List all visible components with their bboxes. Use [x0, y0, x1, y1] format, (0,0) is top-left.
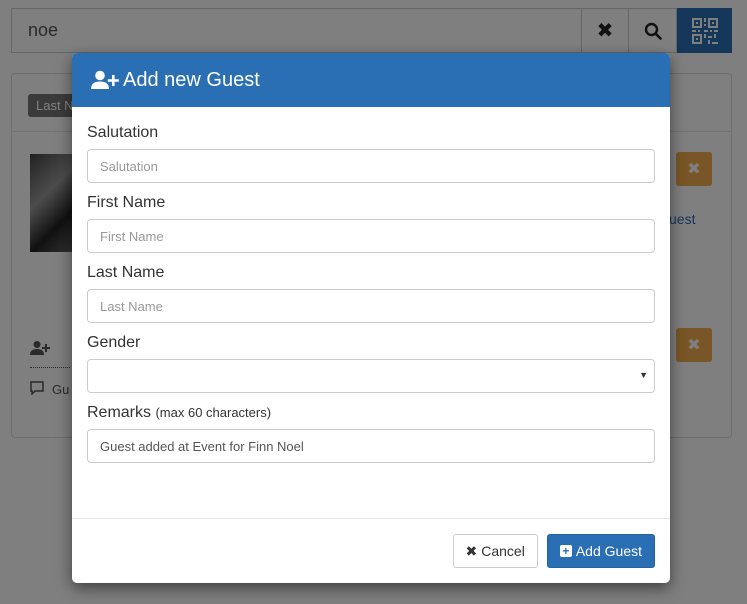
remarks-input[interactable]: [87, 429, 655, 463]
gender-label: Gender: [87, 334, 141, 351]
salutation-label: Salutation: [87, 124, 159, 141]
modal-footer: ✖ Cancel + Add Guest: [72, 518, 670, 583]
add-guest-modal: Add new Guest Salutation First Name Last…: [72, 53, 670, 583]
salutation-group: Salutation: [87, 124, 655, 183]
plus-square-icon: +: [559, 545, 572, 557]
caret-down-icon: ▼: [639, 370, 648, 380]
last-name-group: Last Name: [87, 264, 655, 323]
remarks-label-text: Remarks: [87, 404, 152, 421]
first-name-input[interactable]: [87, 219, 655, 253]
last-name-label: Last Name: [87, 264, 165, 281]
gender-select[interactable]: ▼: [87, 359, 655, 393]
remarks-label: Remarks (max 60 characters): [87, 404, 655, 422]
last-name-input[interactable]: [87, 289, 655, 323]
remarks-hint: (max 60 characters): [155, 405, 272, 420]
close-icon: ✖: [465, 542, 478, 559]
add-guest-button-label: Add Guest: [575, 543, 642, 559]
modal-body: Salutation First Name Last Name Gender ▼…: [72, 107, 670, 463]
salutation-input[interactable]: [87, 149, 655, 183]
modal-header: Add new Guest: [72, 53, 670, 107]
remarks-group: Remarks (max 60 characters): [87, 404, 655, 463]
modal-title: Add new Guest: [123, 68, 260, 91]
add-guest-button[interactable]: + Add Guest: [546, 534, 655, 568]
gender-group: Gender ▼: [87, 334, 655, 393]
cancel-button[interactable]: ✖ Cancel: [452, 534, 538, 568]
first-name-label: First Name: [87, 194, 166, 211]
cancel-button-label: Cancel: [481, 543, 525, 559]
first-name-group: First Name: [87, 194, 655, 253]
add-user-icon: [91, 70, 119, 89]
